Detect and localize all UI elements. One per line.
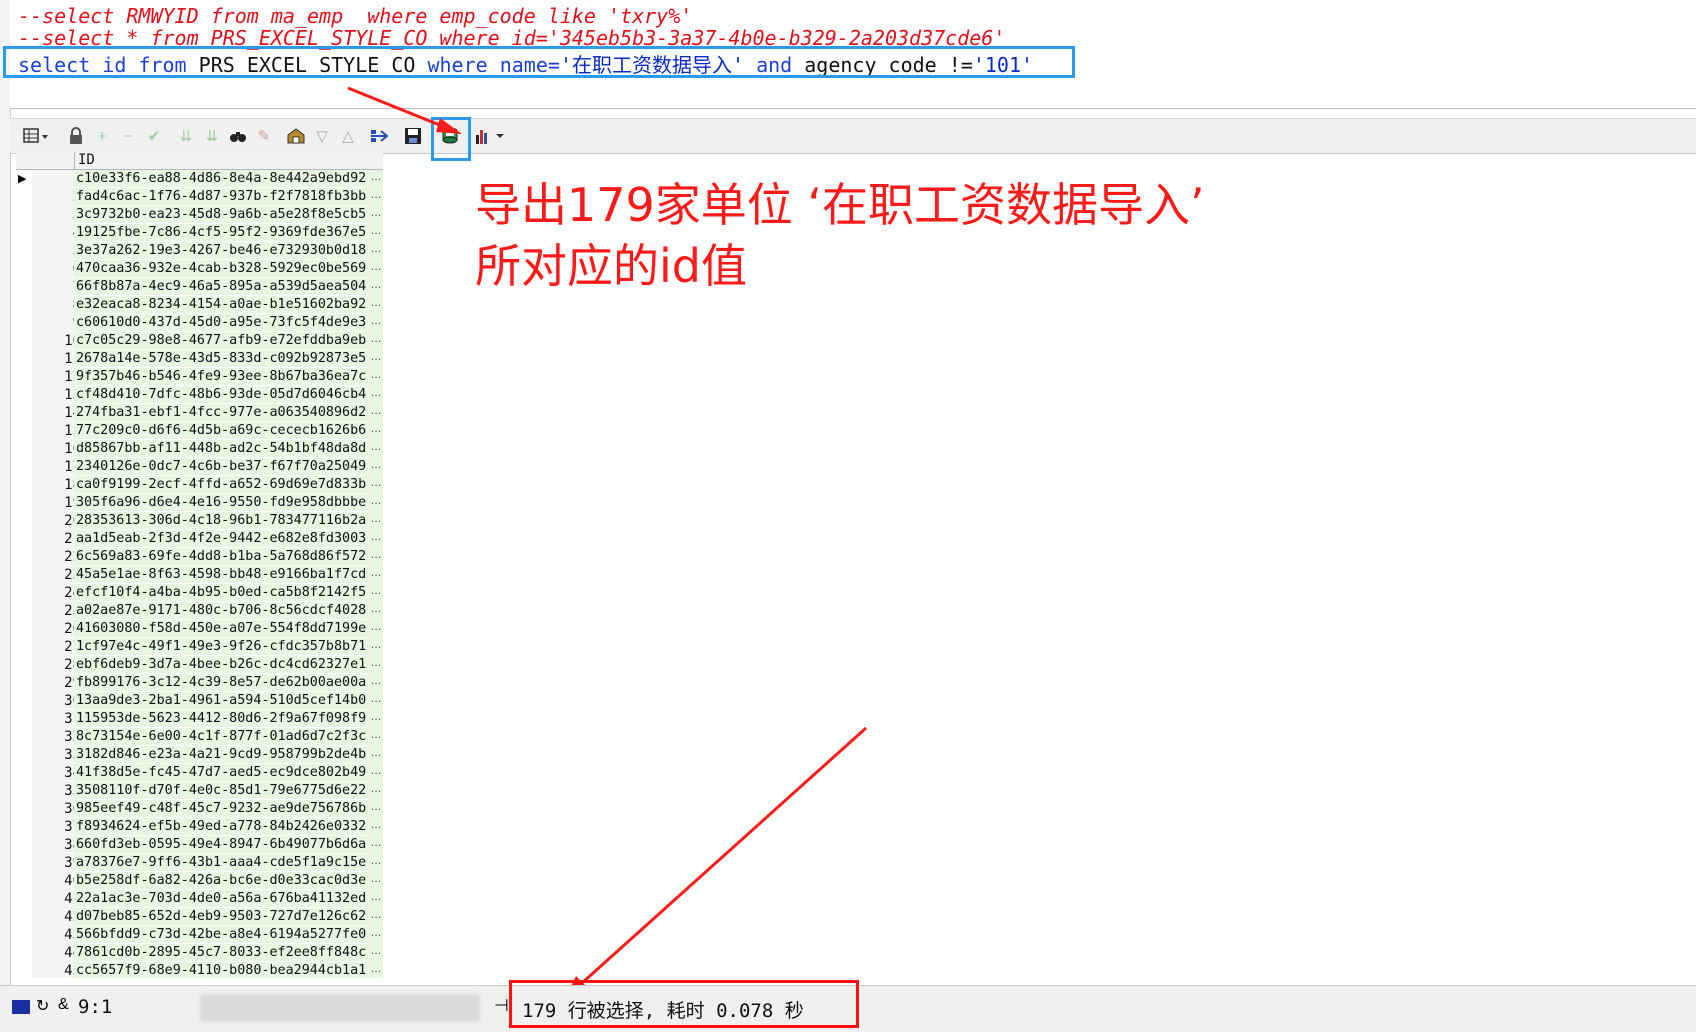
status-window-icon — [12, 1000, 30, 1014]
annotation-arrows — [347, 86, 868, 1000]
status-result-icon: ⊣ — [494, 996, 509, 1015]
arrow-head-export — [436, 118, 462, 134]
arrow-to-status — [570, 726, 868, 994]
status-highlight-box — [509, 980, 859, 1028]
status-refresh-icon: ↻ — [36, 998, 50, 1015]
blurred-region — [200, 994, 480, 1022]
arrow-to-export — [347, 86, 453, 132]
cursor-position: 9:1 — [78, 996, 113, 1018]
status-ampersand-icon: & — [58, 996, 69, 1013]
